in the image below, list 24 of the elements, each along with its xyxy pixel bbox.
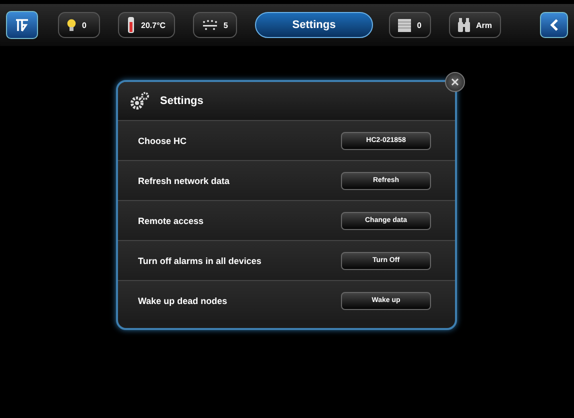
close-icon: [451, 78, 459, 86]
light-bulb-icon: [67, 18, 76, 32]
window-blind-icon: [398, 18, 411, 32]
logo-button[interactable]: [6, 11, 38, 39]
thermometer-status-button[interactable]: 20.7°C: [118, 12, 175, 38]
bulb-status-button[interactable]: 0: [58, 12, 100, 38]
binoculars-icon: [458, 18, 470, 32]
setting-label: Remote access: [138, 216, 204, 226]
settings-tab[interactable]: Settings: [255, 12, 373, 38]
gears-icon: [130, 92, 150, 110]
thermometer-icon: [127, 17, 135, 33]
setting-label: Choose HC: [138, 136, 187, 146]
close-button[interactable]: [445, 72, 465, 92]
dialog-title: Settings: [160, 95, 204, 107]
chevron-left-icon: [549, 19, 559, 31]
setting-label: Refresh network data: [138, 176, 230, 186]
setting-label: Turn off alarms in all devices: [138, 256, 262, 266]
blind-status-button[interactable]: 0: [389, 12, 431, 38]
logo-icon: [14, 17, 30, 33]
alarm-status-button[interactable]: Arm: [449, 12, 502, 38]
back-button[interactable]: [540, 12, 568, 38]
sprinkler-status-button[interactable]: 5: [192, 12, 237, 38]
setting-label: Wake up dead nodes: [138, 296, 228, 306]
sprinkler-icon: [202, 19, 218, 31]
